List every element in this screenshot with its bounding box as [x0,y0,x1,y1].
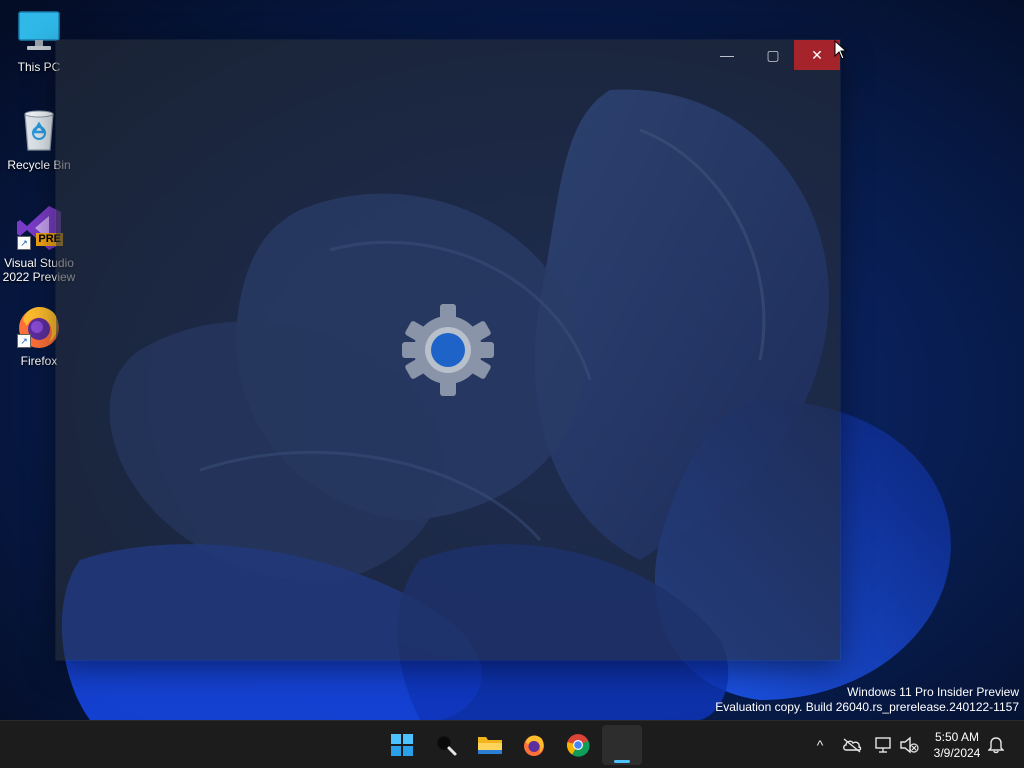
desktop-icon-label: Firefox [20,354,58,368]
clock-time: 5:50 AM [934,730,980,744]
settings-app-icon [612,735,632,755]
shortcut-arrow-icon: ↗ [17,334,31,348]
minimize-button[interactable]: — [704,40,750,70]
chevron-up-icon: ^ [816,737,824,753]
start-icon [391,734,413,756]
notification-center-button[interactable] [984,733,1008,757]
search-icon [437,736,457,756]
notification-bell-icon [988,737,1004,754]
taskbar: ^ 5:50 AM 3/9/2024 [0,720,1024,768]
volume-tray-button[interactable] [897,733,921,757]
active-indicator [614,760,630,763]
volume-muted-icon [900,736,919,754]
file-explorer-icon [478,737,502,754]
show-hidden-icons-button[interactable]: ^ [808,733,832,757]
firefox-taskbar-button[interactable] [514,725,554,765]
file-explorer-button[interactable] [470,725,510,765]
onedrive-offline-icon [843,738,862,753]
start-button[interactable] [382,725,422,765]
network-icon [875,737,891,753]
settings-taskbar-button[interactable] [602,725,642,765]
network-tray-button[interactable] [872,733,896,757]
taskbar-clock[interactable]: 5:50 AM 3/9/2024 [924,729,990,761]
firefox-icon [524,735,544,756]
search-button[interactable] [426,725,466,765]
chrome-icon [566,734,590,757]
desktop-icon-label: This PC [17,60,61,74]
shortcut-arrow-icon: ↗ [17,236,31,250]
mouse-cursor-icon [834,39,848,60]
maximize-button[interactable]: ▢ [750,40,796,70]
watermark-edition: Windows 11 Pro Insider Preview [847,685,1019,699]
windows-watermark: Windows 11 Pro Insider Preview Evaluatio… [715,685,1019,715]
settings-gear-icon [400,302,496,398]
onedrive-tray-button[interactable] [840,733,864,757]
settings-splash-window[interactable]: — ▢ ✕ [56,40,840,660]
clock-date: 3/9/2024 [933,746,981,760]
chrome-taskbar-button[interactable] [558,725,598,765]
watermark-build: Evaluation copy. Build 26040.rs_prerelea… [715,700,1019,714]
